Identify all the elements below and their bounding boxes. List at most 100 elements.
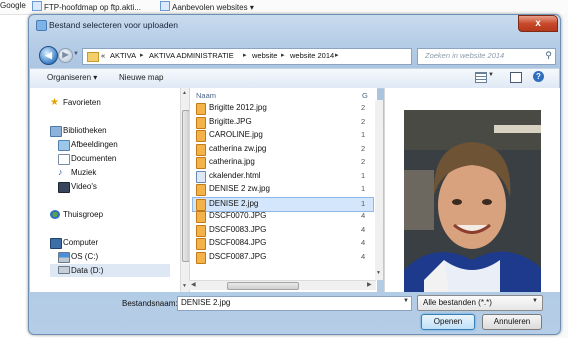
file-column-g-value: 2 — [361, 116, 366, 126]
file-type-dropdown-icon: ▼ — [532, 298, 538, 304]
column-header-g[interactable]: G — [362, 91, 368, 100]
nav-libraries[interactable]: Bibliotheken — [63, 126, 107, 135]
nav-videos[interactable]: Video's — [71, 182, 97, 191]
preview-pane-icon[interactable] — [510, 72, 522, 83]
pictures-icon — [58, 140, 70, 151]
breadcrumb-overflow[interactable]: « — [101, 51, 105, 60]
file-name: Brigitte 2012.jpg — [209, 103, 267, 112]
back-button[interactable]: ◀ — [39, 46, 58, 65]
file-name: DSCF0083.JPG — [209, 224, 267, 234]
file-column-g-value: 2 — [361, 157, 366, 166]
file-row[interactable]: ckalender.html 1 — [193, 170, 373, 183]
filename-dropdown-icon[interactable]: ▼ — [403, 298, 409, 304]
breadcrumb-website-2014[interactable]: website 2014 — [290, 51, 334, 60]
file-row[interactable]: Brigitte 2012.jpg 2 — [193, 102, 373, 115]
computer-icon — [50, 238, 62, 249]
open-button[interactable]: Openen — [421, 314, 475, 330]
search-input[interactable]: Zoeken in website 2014 ⚲ — [417, 48, 556, 65]
file-row[interactable]: DSCF0084.JPG 4 — [193, 237, 373, 250]
html-file-icon — [196, 170, 206, 183]
command-toolbar: Organiseren ▾ Nieuwe map ▼ ? — [30, 68, 559, 89]
bookmark-ftp[interactable]: FTP-hoofdmap op ftp.akti... — [32, 1, 141, 12]
scroll-down-icon[interactable]: ▼ — [376, 270, 381, 276]
bookmark-google[interactable]: Google — [0, 1, 26, 10]
new-folder-button[interactable]: Nieuwe map — [119, 73, 163, 82]
close-button[interactable]: x — [518, 15, 558, 32]
filename-input[interactable]: DENISE 2.jpg ▼ — [177, 296, 412, 311]
image-file-icon — [196, 238, 206, 250]
scroll-left-icon[interactable]: ◀ — [191, 281, 196, 288]
scroll-down-icon[interactable]: ▼ — [182, 283, 187, 289]
image-file-icon — [196, 157, 206, 169]
star-icon: ★ — [50, 97, 59, 108]
file-row[interactable]: DSCF0083.JPG 4 — [193, 224, 373, 237]
file-row[interactable]: DENISE 2 zw.jpg 1 — [193, 183, 373, 196]
file-column-g-value: 1 — [361, 170, 366, 180]
cancel-button[interactable]: Annuleren — [482, 314, 542, 330]
file-open-dialog: Bestand selecteren voor uploaden x ◀ ▶ ▼… — [28, 14, 561, 335]
breadcrumb-aktiva[interactable]: AKTIVA — [110, 51, 136, 60]
file-name: catherina zw.jpg — [209, 143, 267, 153]
bookmark-recommended[interactable]: Aanbevolen websites ▾ — [160, 1, 254, 12]
nav-music[interactable]: Muziek — [71, 168, 96, 177]
file-name: ckalender.html — [209, 170, 261, 180]
horizontal-scroll-thumb[interactable] — [227, 282, 299, 290]
image-preview — [404, 110, 541, 292]
breadcrumb-website[interactable]: website — [252, 51, 277, 60]
file-row[interactable]: DSCF0070.JPG 4 — [193, 210, 373, 223]
file-column-g-value: 4 — [361, 251, 366, 261]
breadcrumb-separator[interactable]: ▸ — [335, 51, 339, 59]
dialog-title: Bestand selecteren voor uploaden — [49, 20, 179, 30]
file-type-select[interactable]: Alle bestanden (*.*) ▼ — [417, 295, 543, 311]
filename-value: DENISE 2.jpg — [181, 298, 231, 307]
history-dropdown-icon[interactable]: ▼ — [73, 51, 79, 57]
scroll-right-icon[interactable]: ▶ — [367, 281, 372, 288]
view-dropdown-icon[interactable]: ▼ — [488, 72, 494, 78]
column-header-name[interactable]: Naam — [196, 91, 216, 100]
file-row[interactable]: catherina.jpg 2 — [193, 156, 373, 169]
nav-pictures[interactable]: Afbeeldingen — [71, 140, 118, 149]
nav-computer[interactable]: Computer — [63, 238, 98, 247]
file-column-g-value: 4 — [361, 224, 366, 234]
navigation-scrollbar[interactable]: ▲ ▼ — [180, 88, 190, 292]
nav-homegroup[interactable]: Thuisgroep — [63, 210, 103, 219]
breadcrumb-separator[interactable]: ▸ — [140, 51, 144, 59]
scroll-up-icon[interactable]: ▲ — [182, 90, 187, 96]
back-arrow-icon: ◀ — [45, 50, 52, 60]
breadcrumb-aktiva-administratie[interactable]: AKTIVA ADMINISTRATIE — [149, 51, 234, 60]
horizontal-scrollbar[interactable]: ◀ ▶ — [189, 280, 376, 290]
help-icon[interactable]: ? — [533, 71, 544, 82]
navigation-pane: ★ Favorieten Bibliotheken Afbeeldingen D… — [30, 88, 180, 292]
file-scrollbar[interactable]: ▼ — [375, 100, 383, 280]
image-file-icon — [196, 224, 206, 237]
nav-documents[interactable]: Documenten — [71, 154, 116, 163]
nav-drive-d[interactable]: Data (D:) — [71, 266, 103, 275]
file-column-g-value: 4 — [361, 211, 366, 220]
file-row[interactable]: Brigitte.JPG 2 — [193, 116, 373, 129]
file-row[interactable]: DSCF0087.JPG 4 — [193, 251, 373, 264]
organize-button[interactable]: Organiseren ▾ — [47, 73, 97, 82]
filename-label: Bestandsnaam: — [122, 299, 178, 308]
breadcrumb-separator[interactable]: ▸ — [281, 51, 285, 59]
file-column-g-value: 4 — [361, 238, 366, 247]
libraries-icon — [50, 126, 62, 137]
breadcrumb-separator[interactable]: ▸ — [243, 51, 247, 59]
file-name: DSCF0070.JPG — [209, 211, 267, 220]
nav-favorites[interactable]: Favorieten — [63, 98, 101, 107]
image-file-icon — [196, 143, 206, 156]
view-options-icon[interactable] — [475, 72, 487, 83]
file-row[interactable]: CAROLINE.jpg 1 — [193, 129, 373, 142]
nav-drive-c[interactable]: OS (C:) — [71, 252, 98, 261]
search-placeholder: Zoeken in website 2014 — [425, 51, 505, 60]
file-name: DSCF0087.JPG — [209, 251, 267, 261]
file-name: catherina.jpg — [209, 157, 255, 166]
forward-arrow-icon: ▶ — [62, 50, 69, 59]
search-icon[interactable]: ⚲ — [545, 50, 552, 61]
address-bar[interactable]: « AKTIVA ▸ AKTIVA ADMINISTRATIE ▸ websit… — [82, 48, 461, 65]
image-file-icon — [196, 130, 206, 142]
file-column-g-value: 1 — [361, 184, 366, 193]
image-file-icon — [196, 184, 206, 196]
forward-button[interactable]: ▶ — [58, 48, 73, 63]
file-row[interactable]: catherina zw.jpg 2 — [193, 143, 373, 156]
dialog-app-icon — [36, 20, 47, 31]
